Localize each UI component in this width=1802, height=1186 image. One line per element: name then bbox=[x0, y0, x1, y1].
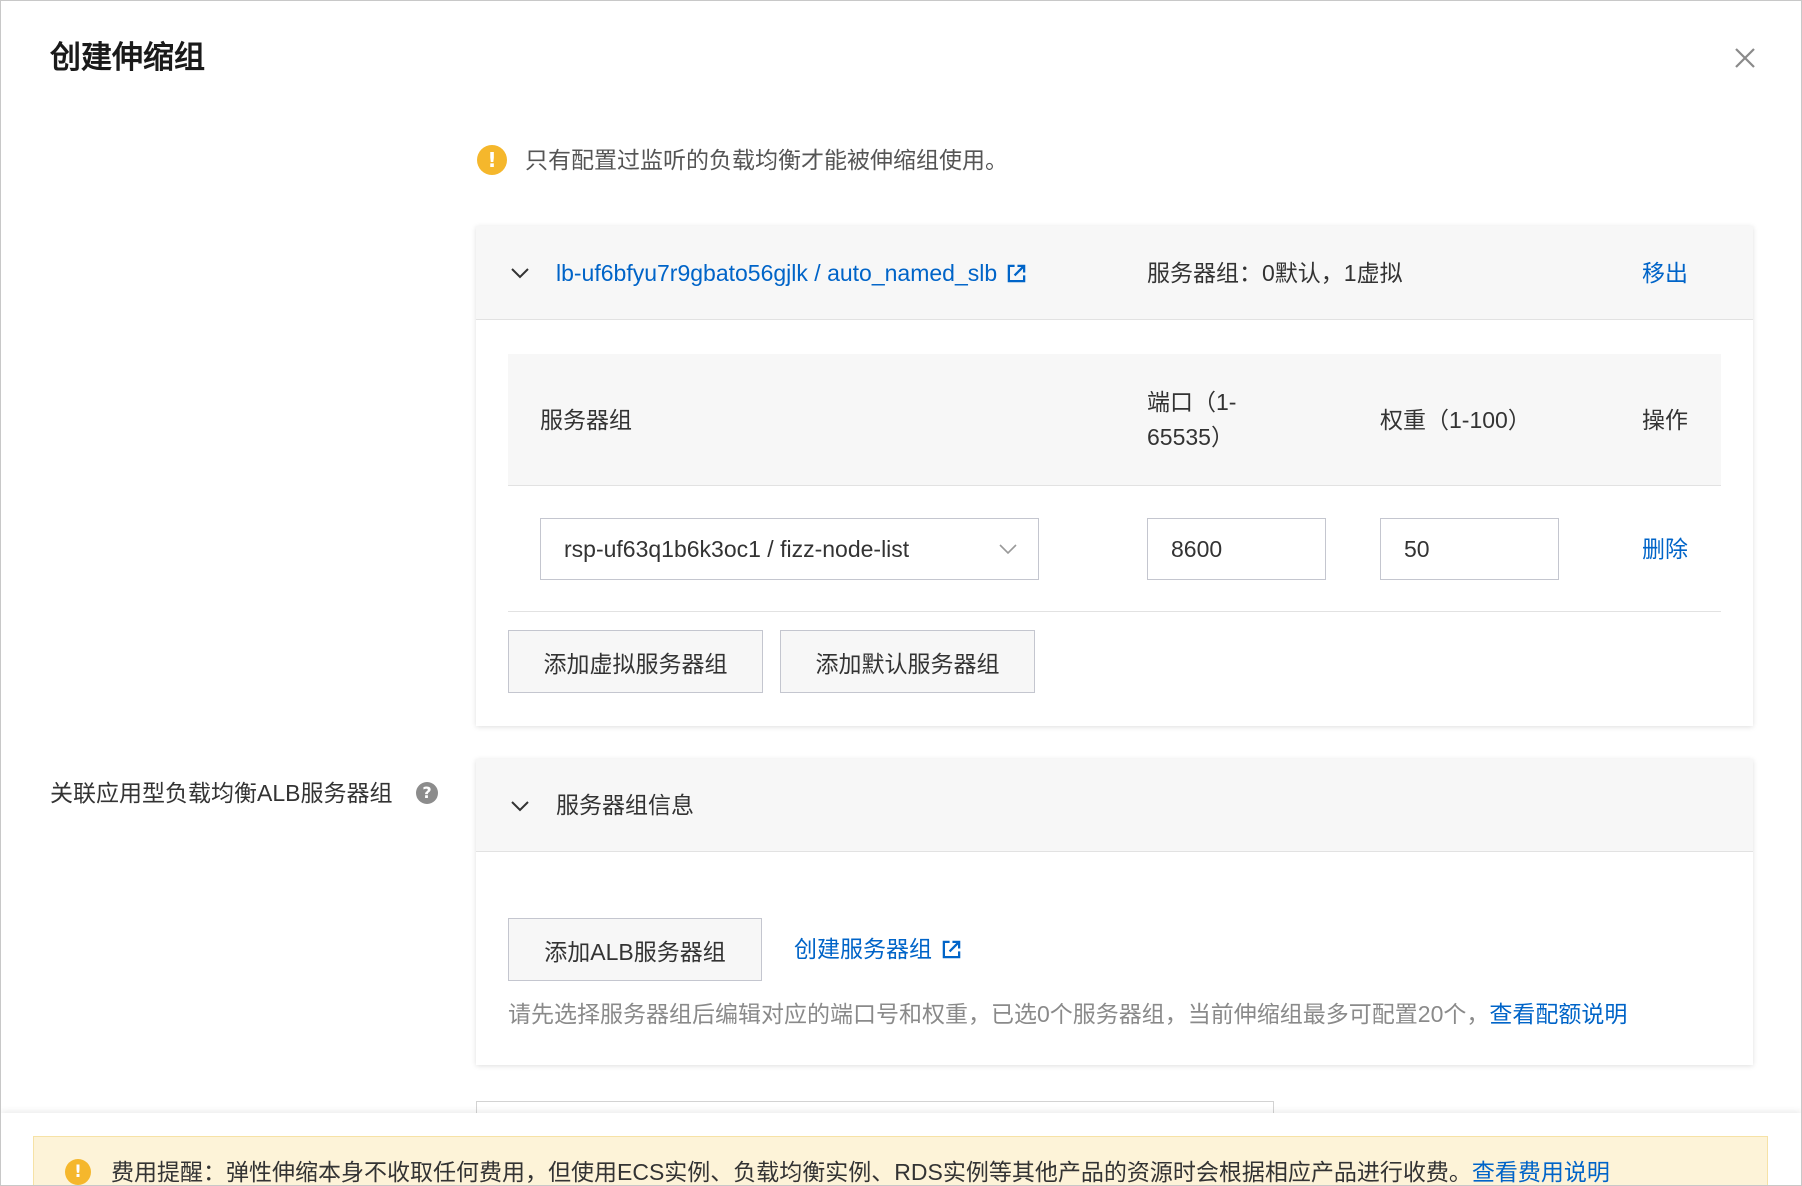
alb-card-title: 服务器组信息 bbox=[556, 792, 694, 818]
add-virtual-server-group-button[interactable]: 添加虚拟服务器组 bbox=[508, 630, 763, 693]
view-fee-link[interactable]: 查看费用说明 bbox=[1472, 1159, 1610, 1185]
view-quota-link[interactable]: 查看配额说明 bbox=[1489, 1001, 1627, 1027]
fee-reminder-text: 费用提醒：弹性伸缩本身不收取任何费用，但使用ECS实例、负载均衡实例、RDS实例… bbox=[111, 1159, 1472, 1185]
slb-card-header[interactable]: lb-uf6bfyu7r9gbato56gjlk / auto_named_sl… bbox=[476, 226, 1753, 320]
help-icon[interactable]: ? bbox=[416, 782, 438, 804]
external-link-icon bbox=[1007, 264, 1026, 282]
alb-card: 服务器组信息 添加ALB服务器组 创建服务器组 请先选择服务器组后编辑对应的端口… bbox=[476, 759, 1753, 1065]
close-button[interactable] bbox=[1729, 42, 1761, 74]
warning-icon: ! bbox=[477, 145, 507, 175]
external-link-icon bbox=[942, 940, 961, 958]
table-header: 服务器组 端口（1-65535） 权重（1-100） 操作 bbox=[508, 354, 1721, 486]
close-icon bbox=[1735, 48, 1755, 68]
port-input[interactable] bbox=[1147, 518, 1326, 580]
delete-row-link[interactable]: 删除 bbox=[1642, 533, 1688, 565]
chevron-down-icon[interactable] bbox=[509, 262, 531, 284]
server-groups-summary: 服务器组：0默认，1虚拟 bbox=[1147, 260, 1403, 286]
create-server-group-link[interactable]: 创建服务器组 bbox=[794, 933, 962, 965]
fee-reminder: ! 费用提醒：弹性伸缩本身不收取任何费用，但使用ECS实例、负载均衡实例、RDS… bbox=[33, 1136, 1768, 1185]
chevron-down-icon[interactable] bbox=[509, 795, 531, 817]
alb-hint-line: 请先选择服务器组后编辑对应的端口号和权重，已选0个服务器组，当前伸缩组最多可配置… bbox=[508, 998, 1627, 1030]
weight-input[interactable] bbox=[1380, 518, 1559, 580]
alb-server-group-label: 关联应用型负载均衡ALB服务器组 bbox=[50, 780, 393, 806]
create-server-group-link-text: 创建服务器组 bbox=[794, 936, 932, 962]
server-group-select[interactable]: rsp-uf63q1b6k3oc1 / fizz-node-list bbox=[540, 518, 1039, 580]
create-scaling-group-dialog: 创建伸缩组 ! 只有配置过监听的负载均衡才能被伸缩组使用。 lb-uf6bfyu… bbox=[0, 0, 1802, 1186]
alb-hint-text: 请先选择服务器组后编辑对应的端口号和权重，已选0个服务器组，当前伸缩组最多可配置… bbox=[508, 1001, 1490, 1027]
slb-card: lb-uf6bfyu7r9gbato56gjlk / auto_named_sl… bbox=[476, 226, 1753, 726]
lb-instance-link-text: lb-uf6bfyu7r9gbato56gjlk / auto_named_sl… bbox=[556, 260, 998, 286]
dialog-title: 创建伸缩组 bbox=[50, 40, 205, 75]
warning-icon: ! bbox=[65, 1159, 91, 1185]
remove-lb-link[interactable]: 移出 bbox=[1642, 257, 1688, 289]
column-header-server-group: 服务器组 bbox=[540, 406, 632, 433]
fee-reminder-line: 费用提醒：弹性伸缩本身不收取任何费用，但使用ECS实例、负载均衡实例、RDS实例… bbox=[111, 1156, 1610, 1185]
dialog-footer: ! 费用提醒：弹性伸缩本身不收取任何费用，但使用ECS实例、负载均衡实例、RDS… bbox=[1, 1113, 1801, 1185]
column-header-action: 操作 bbox=[1642, 406, 1688, 433]
alb-card-header[interactable]: 服务器组信息 bbox=[476, 759, 1753, 852]
slb-listener-notice: 只有配置过监听的负载均衡才能被伸缩组使用。 bbox=[525, 147, 1008, 173]
chevron-down-icon bbox=[999, 544, 1017, 555]
column-header-port: 端口（1-65535） bbox=[1147, 389, 1237, 450]
add-alb-server-group-button[interactable]: 添加ALB服务器组 bbox=[508, 918, 762, 981]
add-default-server-group-button[interactable]: 添加默认服务器组 bbox=[780, 630, 1035, 693]
server-group-select-value: rsp-uf63q1b6k3oc1 / fizz-node-list bbox=[564, 535, 910, 562]
table-row: rsp-uf63q1b6k3oc1 / fizz-node-list 删除 bbox=[508, 486, 1721, 612]
column-header-weight: 权重（1-100） bbox=[1380, 406, 1531, 433]
lb-instance-link[interactable]: lb-uf6bfyu7r9gbato56gjlk / auto_named_sl… bbox=[556, 257, 1027, 289]
